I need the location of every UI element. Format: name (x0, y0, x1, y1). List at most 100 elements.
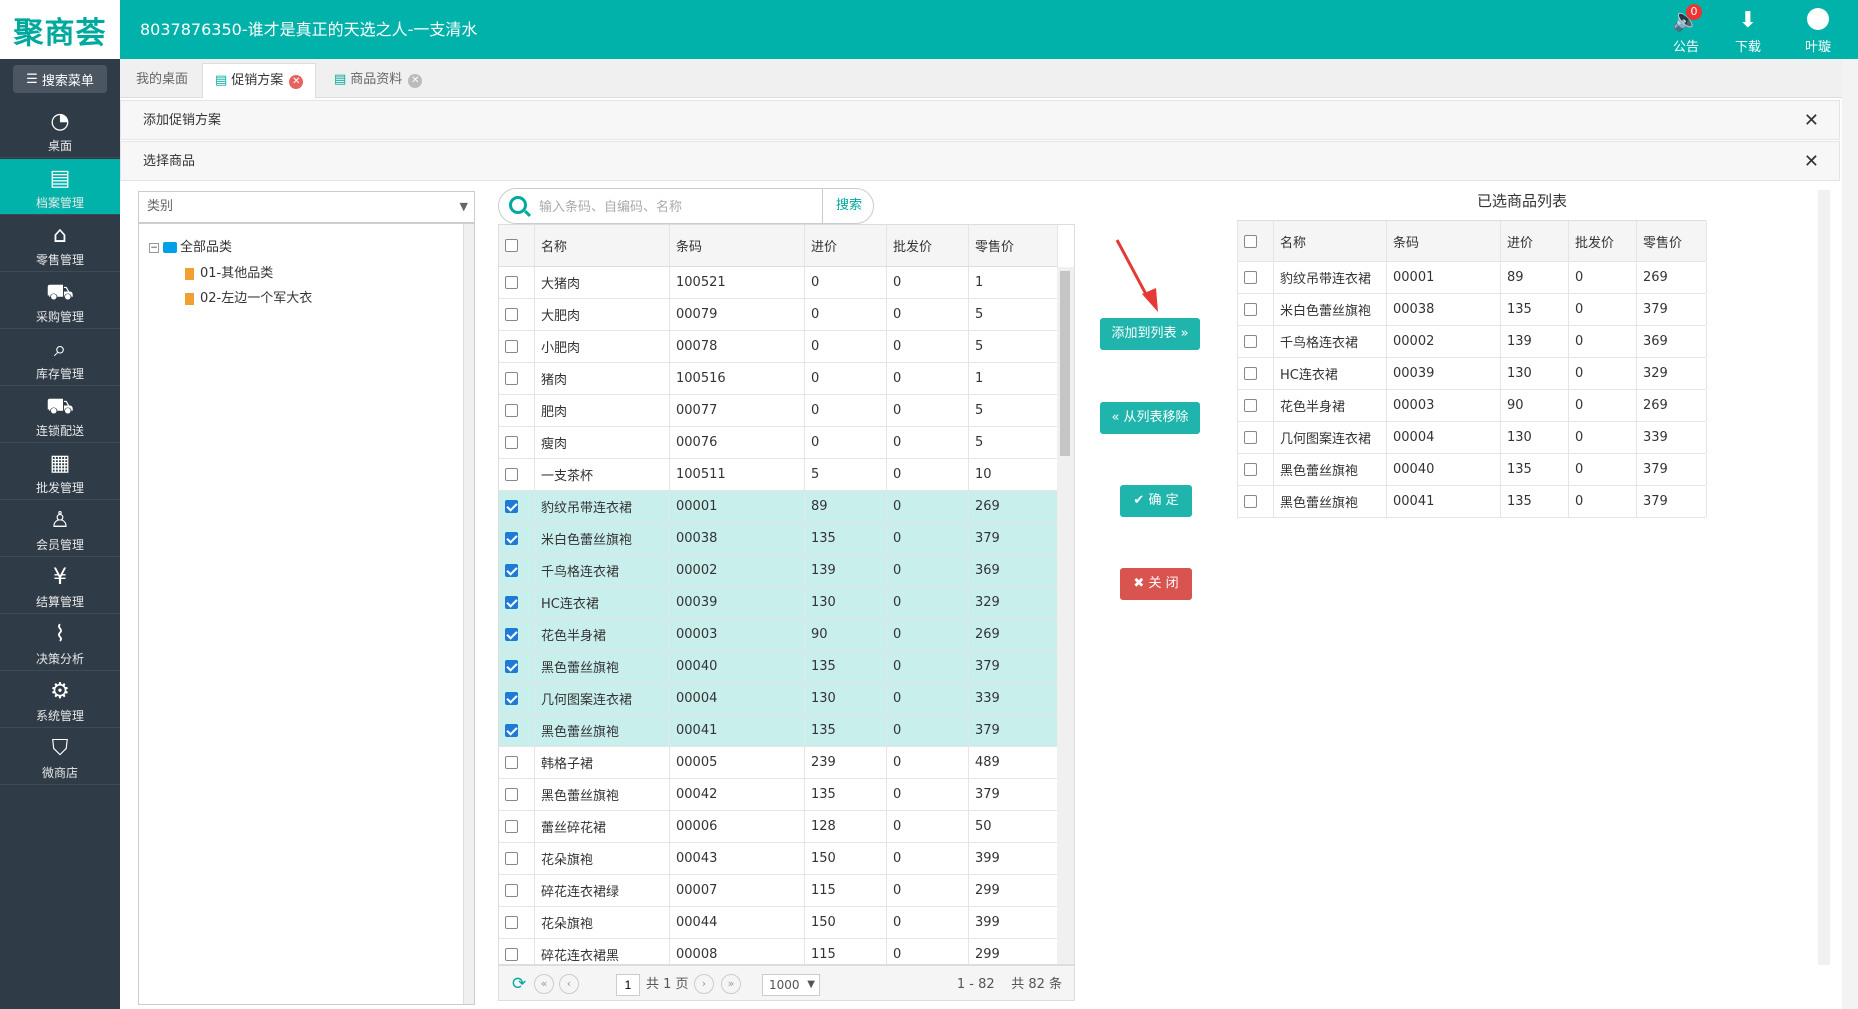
row-checkbox[interactable] (505, 532, 518, 545)
sidebar-item-store[interactable]: ⌂ 零售管理 (0, 216, 120, 272)
row-checkbox[interactable] (505, 756, 518, 769)
table-row[interactable]: 花色半身裙 00003 90 0 269 (499, 619, 1058, 651)
grid-scroll-thumb[interactable] (1060, 271, 1070, 456)
category-select[interactable]: 类别 ▼ (138, 191, 475, 223)
row-checkbox[interactable] (505, 820, 518, 833)
table-row[interactable]: 黑色蕾丝旗袍 00042 135 0 379 (499, 779, 1058, 811)
row-checkbox[interactable] (505, 660, 518, 673)
row-checkbox[interactable] (1244, 303, 1257, 316)
collapse-icon[interactable]: − (149, 242, 159, 253)
row-checkbox[interactable] (1244, 367, 1257, 380)
table-row[interactable]: 花朵旗袍 00044 150 0 399 (499, 907, 1058, 939)
tab-promotion[interactable]: ▤ 促销方案 ✕ (202, 63, 317, 98)
close-icon[interactable]: ✕ (1804, 142, 1819, 182)
search-input[interactable] (539, 195, 819, 219)
selected-list-scrollbar[interactable] (1818, 190, 1830, 965)
table-row[interactable]: 碎花连衣裙黑 00008 115 0 299 (499, 939, 1058, 964)
sidebar-item-dashboard[interactable]: ◔ 桌面 (0, 102, 120, 158)
table-row[interactable]: 几何图案连衣裙 00004 130 0 339 (499, 683, 1058, 715)
page-size-select[interactable]: 1000 ▼ (762, 974, 820, 996)
table-row[interactable]: 大肥肉 00079 0 0 5 (499, 299, 1058, 331)
table-row[interactable]: 蕾丝碎花裙 00006 128 0 50 (499, 811, 1058, 843)
last-page-icon[interactable]: » (721, 974, 741, 994)
selected-table-row[interactable]: 豹纹吊带连衣裙 00001 89 0 269 (1237, 262, 1707, 294)
selected-table-row[interactable]: 花色半身裙 00003 90 0 269 (1237, 390, 1707, 422)
row-checkbox[interactable] (505, 340, 518, 353)
row-checkbox[interactable] (505, 308, 518, 321)
row-checkbox[interactable] (505, 372, 518, 385)
selected-table-row[interactable]: 千鸟格连衣裙 00002 139 0 369 (1237, 326, 1707, 358)
table-row[interactable]: 黑色蕾丝旗袍 00041 135 0 379 (499, 715, 1058, 747)
prev-page-icon[interactable]: ‹ (559, 974, 579, 994)
row-checkbox[interactable] (505, 276, 518, 289)
sidebar-item-archive[interactable]: ▤ 档案管理 (0, 159, 120, 215)
app-logo[interactable]: 聚商荟 (0, 0, 120, 59)
search-button[interactable]: 搜索 (822, 189, 875, 223)
row-checkbox[interactable] (505, 436, 518, 449)
table-row[interactable]: 黑色蕾丝旗袍 00040 135 0 379 (499, 651, 1058, 683)
row-checkbox[interactable] (1244, 399, 1257, 412)
close-icon[interactable]: ✕ (289, 75, 304, 89)
table-row[interactable]: 花朵旗袍 00043 150 0 399 (499, 843, 1058, 875)
selected-table-row[interactable]: 几何图案连衣裙 00004 130 0 339 (1237, 422, 1707, 454)
row-checkbox[interactable] (505, 596, 518, 609)
table-row[interactable]: 米白色蕾丝旗袍 00038 135 0 379 (499, 523, 1058, 555)
table-row[interactable]: HC连衣裙 00039 130 0 329 (499, 587, 1058, 619)
tab-desktop[interactable]: 我的桌面 (124, 63, 200, 98)
row-checkbox[interactable] (505, 628, 518, 641)
close-icon[interactable]: ✕ (408, 74, 423, 88)
row-checkbox[interactable] (505, 884, 518, 897)
tree-scrollbar[interactable] (463, 224, 474, 1004)
row-checkbox[interactable] (1244, 431, 1257, 444)
row-checkbox[interactable] (505, 788, 518, 801)
table-row[interactable]: 大猪肉 100521 0 0 1 (499, 267, 1058, 299)
add-to-list-button[interactable]: 添加到列表 » (1100, 318, 1200, 350)
tree-node-child[interactable]: 02-左边一个军大衣 (185, 287, 312, 306)
tab-goods[interactable]: ▤ 商品资料 ✕ (322, 63, 434, 98)
close-icon[interactable]: ✕ (1804, 101, 1819, 141)
next-page-icon[interactable]: › (694, 974, 714, 994)
tree-node-root[interactable]: − 全部品类 (149, 236, 232, 255)
page-number-input[interactable] (616, 974, 640, 996)
row-checkbox[interactable] (1244, 495, 1257, 508)
refresh-icon[interactable]: ⟳ (512, 974, 526, 994)
selected-table-row[interactable]: 黑色蕾丝旗袍 00041 135 0 379 (1237, 486, 1707, 518)
close-button[interactable]: ✖ 关 闭 (1120, 568, 1192, 600)
table-row[interactable]: 瘦肉 00076 0 0 5 (499, 427, 1058, 459)
select-all-checkbox[interactable] (505, 239, 518, 252)
notice-button[interactable]: 🔈 0 公告 (1658, 4, 1714, 55)
sidebar-item-inventory[interactable]: ⌕ 库存管理 (0, 330, 120, 386)
grid-scrollbar[interactable] (1057, 267, 1074, 964)
user-menu[interactable]: 叶璇 (1790, 8, 1846, 55)
page-scrollbar[interactable] (1842, 59, 1858, 1009)
table-row[interactable]: 千鸟格连衣裙 00002 139 0 369 (499, 555, 1058, 587)
table-row[interactable]: 一支茶杯 100511 5 0 10 (499, 459, 1058, 491)
sidebar-item-truck[interactable]: ⛟ 连锁配送 (0, 387, 120, 443)
table-row[interactable]: 肥肉 00077 0 0 5 (499, 395, 1058, 427)
sidebar-item-shop[interactable]: ⛉ 微商店 (0, 729, 120, 785)
row-checkbox[interactable] (505, 564, 518, 577)
menu-search-button[interactable]: ☰ 搜索菜单 (13, 65, 107, 93)
remove-from-list-button[interactable]: « 从列表移除 (1100, 402, 1200, 434)
row-checkbox[interactable] (505, 916, 518, 929)
sidebar-item-settlement[interactable]: ¥ 结算管理 (0, 558, 120, 614)
row-checkbox[interactable] (1244, 463, 1257, 476)
first-page-icon[interactable]: « (534, 974, 554, 994)
sidebar-item-cart[interactable]: ⛟ 采购管理 (0, 273, 120, 329)
sidebar-item-member[interactable]: ♙ 会员管理 (0, 501, 120, 557)
sidebar-item-gear[interactable]: ⚙ 系统管理 (0, 672, 120, 728)
row-checkbox[interactable] (1244, 335, 1257, 348)
row-checkbox[interactable] (505, 468, 518, 481)
selected-table-row[interactable]: 黑色蕾丝旗袍 00040 135 0 379 (1237, 454, 1707, 486)
table-row[interactable]: 韩格子裙 00005 239 0 489 (499, 747, 1058, 779)
selected-table-row[interactable]: HC连衣裙 00039 130 0 329 (1237, 358, 1707, 390)
confirm-button[interactable]: ✔ 确 定 (1120, 485, 1192, 517)
row-checkbox[interactable] (505, 500, 518, 513)
tree-node-child[interactable]: 01-其他品类 (185, 262, 273, 281)
table-row[interactable]: 豹纹吊带连衣裙 00001 89 0 269 (499, 491, 1058, 523)
sidebar-item-chart[interactable]: ⌇ 决策分析 (0, 615, 120, 671)
table-row[interactable]: 猪肉 100516 0 0 1 (499, 363, 1058, 395)
row-checkbox[interactable] (505, 948, 518, 961)
row-checkbox[interactable] (505, 852, 518, 865)
row-checkbox[interactable] (1244, 271, 1257, 284)
